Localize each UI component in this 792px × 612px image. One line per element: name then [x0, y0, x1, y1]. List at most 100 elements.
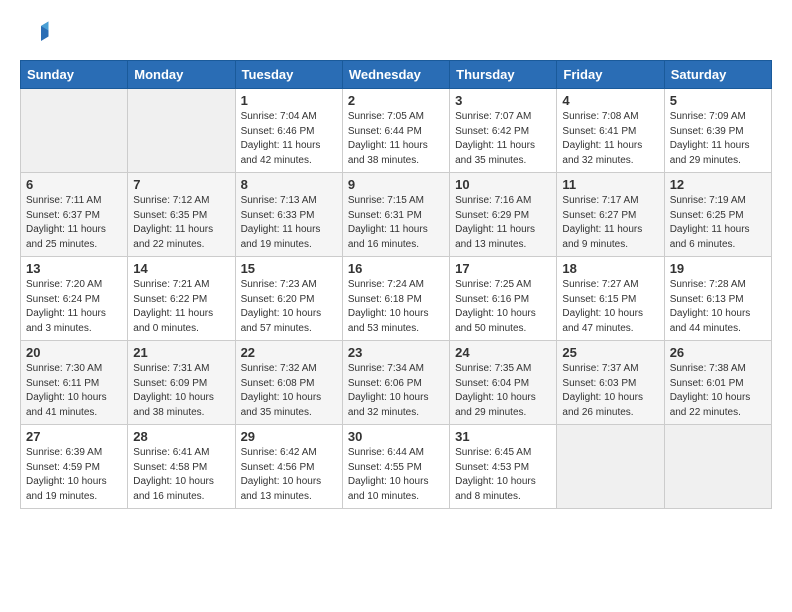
calendar-cell: 20Sunrise: 7:30 AM Sunset: 6:11 PM Dayli… — [21, 341, 128, 425]
day-number: 18 — [562, 261, 658, 276]
day-info: Sunrise: 7:17 AM Sunset: 6:27 PM Dayligh… — [562, 194, 658, 252]
day-number: 29 — [241, 429, 337, 444]
day-info: Sunrise: 7:12 AM Sunset: 6:35 PM Dayligh… — [133, 194, 229, 252]
calendar-cell: 9 Sunrise: 7:15 AM Sunset: 6:31 PM Daylig… — [342, 173, 449, 257]
calendar-cell — [21, 89, 128, 173]
calendar-cell: 13Sunrise: 7:20 AM Sunset: 6:24 PM Dayli… — [21, 257, 128, 341]
day-number: 27 — [26, 429, 122, 444]
header-day-monday: Monday — [128, 61, 235, 89]
day-number: 1 — [241, 93, 337, 108]
day-info: Sunrise: 6:39 AM Sunset: 4:59 PM Dayligh… — [26, 446, 122, 504]
day-info: Sunrise: 7:08 AM Sunset: 6:41 PM Dayligh… — [562, 110, 658, 168]
day-number: 11 — [562, 177, 658, 192]
calendar-cell: 2 Sunrise: 7:05 AM Sunset: 6:44 PM Daylig… — [342, 89, 449, 173]
day-info: Sunrise: 7:21 AM Sunset: 6:22 PM Dayligh… — [133, 278, 229, 336]
day-info: Sunrise: 7:16 AM Sunset: 6:29 PM Dayligh… — [455, 194, 551, 252]
day-number: 22 — [241, 345, 337, 360]
week-row-4: 20Sunrise: 7:30 AM Sunset: 6:11 PM Dayli… — [21, 341, 772, 425]
calendar-cell: 7 Sunrise: 7:12 AM Sunset: 6:35 PM Daylig… — [128, 173, 235, 257]
calendar-cell — [557, 425, 664, 509]
header-day-sunday: Sunday — [21, 61, 128, 89]
day-number: 20 — [26, 345, 122, 360]
day-info: Sunrise: 7:32 AM Sunset: 6:08 PM Dayligh… — [241, 362, 337, 420]
day-info: Sunrise: 7:34 AM Sunset: 6:06 PM Dayligh… — [348, 362, 444, 420]
day-number: 25 — [562, 345, 658, 360]
day-number: 13 — [26, 261, 122, 276]
day-info: Sunrise: 7:07 AM Sunset: 6:42 PM Dayligh… — [455, 110, 551, 168]
day-info: Sunrise: 7:04 AM Sunset: 6:46 PM Dayligh… — [241, 110, 337, 168]
calendar-cell: 23 Sunrise: 7:34 AM Sunset: 6:06 PM Dayli… — [342, 341, 449, 425]
day-number: 19 — [670, 261, 766, 276]
day-info: Sunrise: 7:09 AM Sunset: 6:39 PM Dayligh… — [670, 110, 766, 168]
calendar-cell: 19 Sunrise: 7:28 AM Sunset: 6:13 PM Dayli… — [664, 257, 771, 341]
day-number: 8 — [241, 177, 337, 192]
header-day-thursday: Thursday — [450, 61, 557, 89]
calendar-cell: 10 Sunrise: 7:16 AM Sunset: 6:29 PM Dayli… — [450, 173, 557, 257]
day-info: Sunrise: 6:42 AM Sunset: 4:56 PM Dayligh… — [241, 446, 337, 504]
calendar-cell: 5 Sunrise: 7:09 AM Sunset: 6:39 PM Daylig… — [664, 89, 771, 173]
calendar-cell: 21 Sunrise: 7:31 AM Sunset: 6:09 PM Dayli… — [128, 341, 235, 425]
day-number: 23 — [348, 345, 444, 360]
calendar-cell: 4 Sunrise: 7:08 AM Sunset: 6:41 PM Daylig… — [557, 89, 664, 173]
week-row-1: 1 Sunrise: 7:04 AM Sunset: 6:46 PM Daylig… — [21, 89, 772, 173]
calendar-cell: 30 Sunrise: 6:44 AM Sunset: 4:55 PM Dayli… — [342, 425, 449, 509]
header-day-wednesday: Wednesday — [342, 61, 449, 89]
day-number: 15 — [241, 261, 337, 276]
day-info: Sunrise: 7:13 AM Sunset: 6:33 PM Dayligh… — [241, 194, 337, 252]
calendar-cell: 25 Sunrise: 7:37 AM Sunset: 6:03 PM Dayli… — [557, 341, 664, 425]
calendar-cell: 18 Sunrise: 7:27 AM Sunset: 6:15 PM Dayli… — [557, 257, 664, 341]
day-number: 9 — [348, 177, 444, 192]
calendar-table: SundayMondayTuesdayWednesdayThursdayFrid… — [20, 60, 772, 509]
calendar-cell: 15 Sunrise: 7:23 AM Sunset: 6:20 PM Dayli… — [235, 257, 342, 341]
calendar-cell: 27 Sunrise: 6:39 AM Sunset: 4:59 PM Dayli… — [21, 425, 128, 509]
day-number: 21 — [133, 345, 229, 360]
day-number: 3 — [455, 93, 551, 108]
calendar-cell — [664, 425, 771, 509]
day-info: Sunrise: 7:37 AM Sunset: 6:03 PM Dayligh… — [562, 362, 658, 420]
day-number: 14 — [133, 261, 229, 276]
calendar-cell: 16 Sunrise: 7:24 AM Sunset: 6:18 PM Dayli… — [342, 257, 449, 341]
day-number: 4 — [562, 93, 658, 108]
day-info: Sunrise: 7:35 AM Sunset: 6:04 PM Dayligh… — [455, 362, 551, 420]
day-number: 30 — [348, 429, 444, 444]
header-row: SundayMondayTuesdayWednesdayThursdayFrid… — [21, 61, 772, 89]
day-info: Sunrise: 7:38 AM Sunset: 6:01 PM Dayligh… — [670, 362, 766, 420]
day-number: 10 — [455, 177, 551, 192]
week-row-5: 27 Sunrise: 6:39 AM Sunset: 4:59 PM Dayli… — [21, 425, 772, 509]
day-info: Sunrise: 6:44 AM Sunset: 4:55 PM Dayligh… — [348, 446, 444, 504]
day-number: 26 — [670, 345, 766, 360]
day-info: Sunrise: 7:27 AM Sunset: 6:15 PM Dayligh… — [562, 278, 658, 336]
day-number: 7 — [133, 177, 229, 192]
day-number: 2 — [348, 93, 444, 108]
day-number: 5 — [670, 93, 766, 108]
calendar-cell: 3 Sunrise: 7:07 AM Sunset: 6:42 PM Daylig… — [450, 89, 557, 173]
page-header — [20, 20, 772, 50]
header-day-friday: Friday — [557, 61, 664, 89]
calendar-body: 1 Sunrise: 7:04 AM Sunset: 6:46 PM Daylig… — [21, 89, 772, 509]
day-info: Sunrise: 7:24 AM Sunset: 6:18 PM Dayligh… — [348, 278, 444, 336]
day-info: Sunrise: 7:25 AM Sunset: 6:16 PM Dayligh… — [455, 278, 551, 336]
header-day-tuesday: Tuesday — [235, 61, 342, 89]
calendar-cell: 12 Sunrise: 7:19 AM Sunset: 6:25 PM Dayli… — [664, 173, 771, 257]
day-number: 31 — [455, 429, 551, 444]
day-info: Sunrise: 7:31 AM Sunset: 6:09 PM Dayligh… — [133, 362, 229, 420]
calendar-cell — [128, 89, 235, 173]
calendar-cell: 8 Sunrise: 7:13 AM Sunset: 6:33 PM Daylig… — [235, 173, 342, 257]
week-row-2: 6Sunrise: 7:11 AM Sunset: 6:37 PM Daylig… — [21, 173, 772, 257]
day-info: Sunrise: 7:05 AM Sunset: 6:44 PM Dayligh… — [348, 110, 444, 168]
day-info: Sunrise: 7:23 AM Sunset: 6:20 PM Dayligh… — [241, 278, 337, 336]
day-info: Sunrise: 6:45 AM Sunset: 4:53 PM Dayligh… — [455, 446, 551, 504]
day-number: 12 — [670, 177, 766, 192]
day-info: Sunrise: 7:15 AM Sunset: 6:31 PM Dayligh… — [348, 194, 444, 252]
calendar-cell: 22 Sunrise: 7:32 AM Sunset: 6:08 PM Dayli… — [235, 341, 342, 425]
logo-icon — [20, 20, 50, 50]
day-info: Sunrise: 7:28 AM Sunset: 6:13 PM Dayligh… — [670, 278, 766, 336]
day-number: 17 — [455, 261, 551, 276]
calendar-cell: 29 Sunrise: 6:42 AM Sunset: 4:56 PM Dayli… — [235, 425, 342, 509]
day-number: 28 — [133, 429, 229, 444]
day-number: 16 — [348, 261, 444, 276]
calendar-cell: 26 Sunrise: 7:38 AM Sunset: 6:01 PM Dayli… — [664, 341, 771, 425]
day-info: Sunrise: 7:19 AM Sunset: 6:25 PM Dayligh… — [670, 194, 766, 252]
calendar-cell: 14 Sunrise: 7:21 AM Sunset: 6:22 PM Dayli… — [128, 257, 235, 341]
logo — [20, 20, 54, 50]
